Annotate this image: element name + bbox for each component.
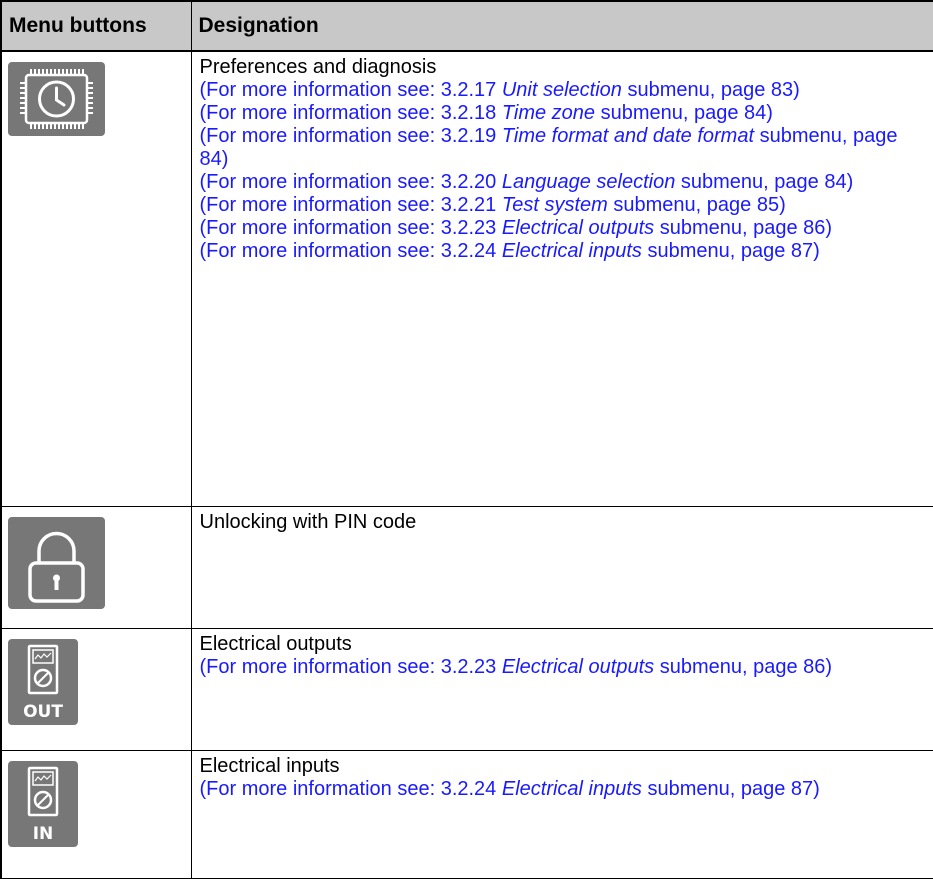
icon-cell	[0, 50, 192, 507]
table-row: IN Electrical inputs (For more informati…	[0, 749, 933, 879]
designation-cell: Preferences and diagnosis (For more info…	[190, 50, 933, 507]
header-designation: Designation	[190, 0, 933, 52]
icon-cell: IN	[0, 749, 192, 879]
table-row: Unlocking with PIN code	[0, 505, 933, 629]
table-row: Preferences and diagnosis (For more info…	[0, 50, 933, 507]
designation-title: Preferences and diagnosis	[199, 56, 437, 78]
reference-link[interactable]: (For more information see: 3.2.19 Time f…	[200, 125, 927, 171]
padlock-icon	[8, 516, 105, 609]
in-label: IN	[32, 823, 54, 844]
header-menu-buttons: Menu buttons	[0, 0, 192, 52]
designation-cell: Electrical outputs (For more information…	[190, 627, 933, 751]
reference-link[interactable]: (For more information see: 3.2.17 Unit s…	[200, 79, 927, 102]
preferences-clock-chip-icon	[8, 62, 105, 136]
reference-link[interactable]: (For more information see: 3.2.24 Electr…	[200, 778, 927, 801]
designation-cell: Unlocking with PIN code	[190, 505, 933, 629]
designation-title: Electrical inputs	[199, 754, 340, 777]
icon-cell	[0, 505, 192, 629]
reference-link[interactable]: (For more information see: 3.2.21 Test s…	[200, 194, 927, 217]
reference-link[interactable]: (For more information see: 3.2.23 Electr…	[200, 656, 927, 679]
reference-link[interactable]: (For more information see: 3.2.24 Electr…	[200, 240, 927, 263]
designation-title: Unlocking with PIN code	[199, 510, 417, 533]
table-row: OUT Electrical outputs (For more informa…	[0, 627, 933, 751]
out-label: OUT	[23, 701, 63, 722]
designation-title: Electrical outputs	[199, 632, 352, 655]
electrical-inputs-meter-icon: IN	[8, 760, 78, 847]
designation-cell: Electrical inputs (For more information …	[190, 749, 933, 879]
icon-cell: OUT	[0, 627, 192, 751]
table-header-row: Menu buttons Designation	[0, 0, 933, 52]
reference-link[interactable]: (For more information see: 3.2.20 Langua…	[200, 171, 927, 194]
menu-buttons-table: Menu buttons Designation Preferences and…	[0, 0, 933, 879]
reference-link[interactable]: (For more information see: 3.2.18 Time z…	[200, 102, 927, 125]
reference-link[interactable]: (For more information see: 3.2.23 Electr…	[200, 217, 927, 240]
electrical-outputs-meter-icon: OUT	[8, 638, 78, 725]
